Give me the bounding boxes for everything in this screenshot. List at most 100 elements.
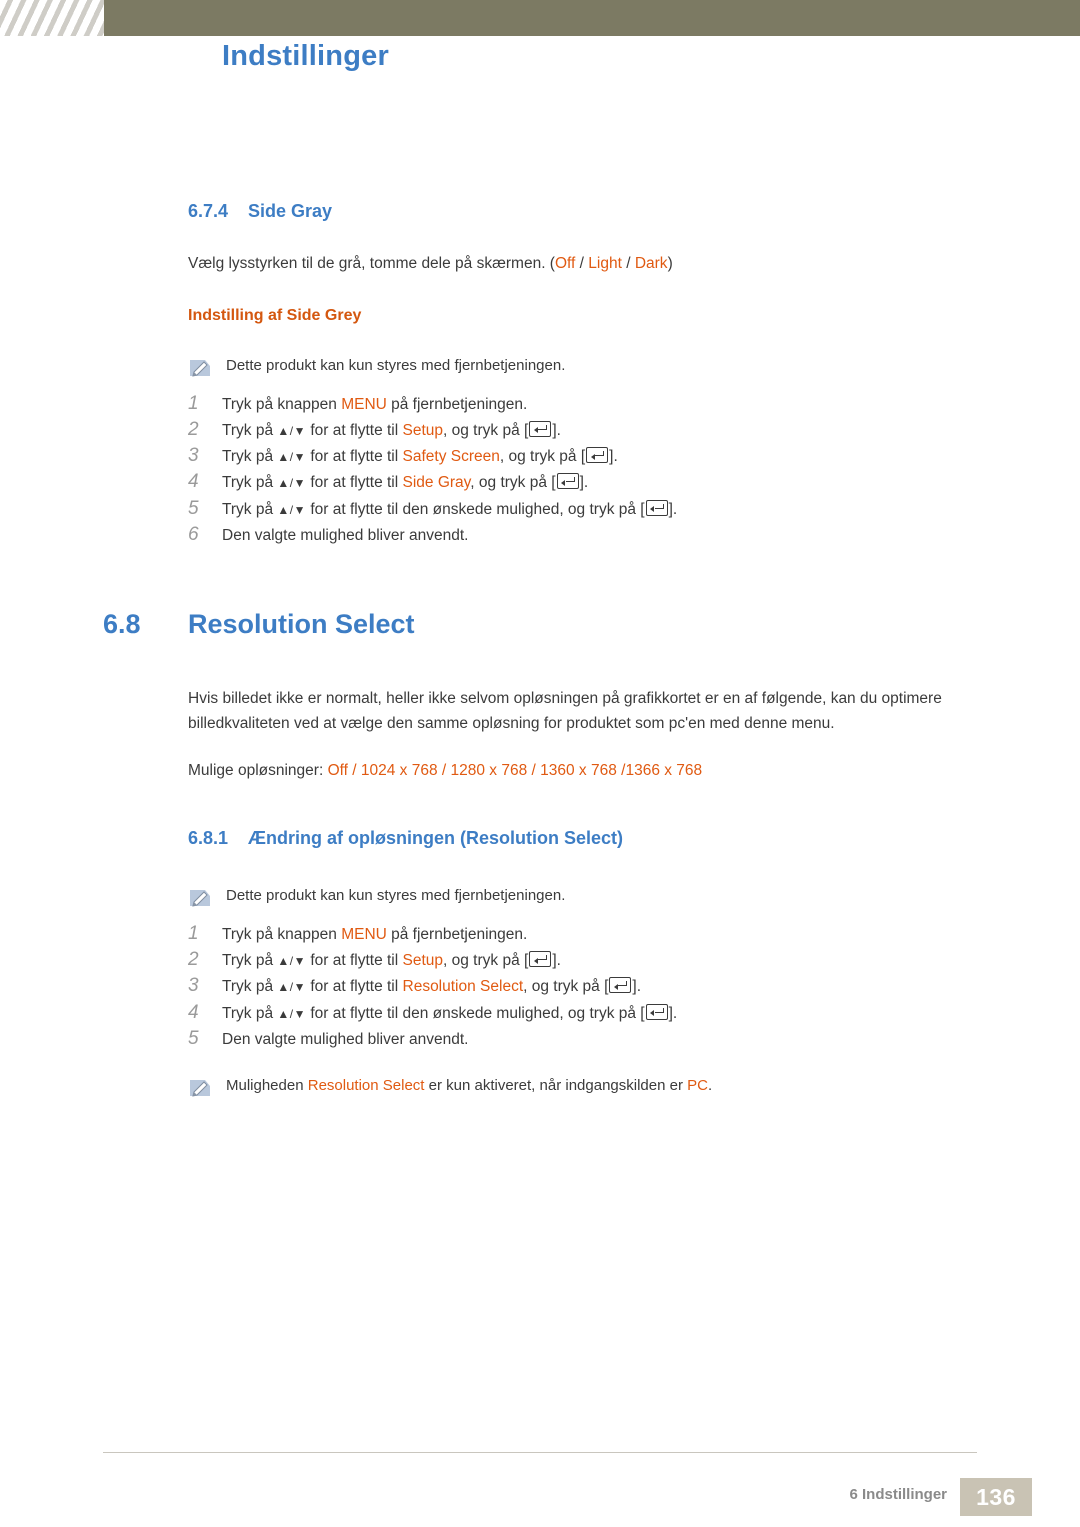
step-text: Tryk på ▲/▼ for at flytte til Side Gray,… xyxy=(222,471,588,494)
step-text-run: for at flytte til xyxy=(306,978,403,996)
step-row: 4 Tryk på ▲/▼ for at flytte til Side Gray… xyxy=(188,471,1080,494)
step-text: Tryk på ▲/▼ for at flytte til den ønsked… xyxy=(222,1002,677,1025)
enter-key-icon xyxy=(609,977,632,994)
note-remote-only-1: Dette produkt kan kun styres med fjernbe… xyxy=(188,355,1080,379)
step-text-run: Tryk på xyxy=(222,448,278,465)
heading-side-gray-title: Side Gray xyxy=(248,201,333,221)
step-text-run: , og tryk på [ xyxy=(443,952,529,970)
side-gray-sep-2: / xyxy=(621,255,635,273)
step-number: 2 xyxy=(188,418,199,440)
heading-resolution-select-number: 6.8 xyxy=(103,609,141,639)
pencil-note-icon xyxy=(188,887,214,909)
step-text-run: Tryk på knappen xyxy=(222,395,342,413)
step-row: 4 Tryk på ▲/▼ for at flytte til den ønske… xyxy=(188,1002,1080,1025)
menu-term: Setup xyxy=(402,952,444,970)
resolution-select-steps: 1 Tryk på knappen MENU på fjernbetjeninge… xyxy=(0,923,1080,1051)
step-text-run: , og tryk på [ xyxy=(443,421,529,439)
step-number: 5 xyxy=(188,497,199,519)
resolution-options-line: Mulige opløsninger: Off / 1024 x 768 / 1… xyxy=(188,758,1000,783)
page-header-band xyxy=(0,0,1080,36)
step-row: 5 Tryk på ▲/▼ for at flytte til den ønske… xyxy=(188,498,1080,521)
step-text-run: for at flytte til xyxy=(306,448,403,465)
step-text-run: ]. xyxy=(668,500,678,518)
pencil-note-icon xyxy=(188,357,214,379)
menu-term: MENU xyxy=(341,395,387,413)
step-row: 1 Tryk på knappen MENU på fjernbetjeninge… xyxy=(188,393,1080,416)
step-text-run: Tryk på xyxy=(222,978,278,996)
step-text-run: Den valgte mulighed bliver anvendt. xyxy=(222,1030,469,1048)
heading-change-resolution-number: 6.8.1 xyxy=(188,828,229,849)
enter-key-icon xyxy=(529,951,552,968)
resolution-options-value: Off / 1024 x 768 / 1280 x 768 / 1360 x 7… xyxy=(327,762,703,780)
step-text-run: ]. xyxy=(552,421,561,439)
step-number: 1 xyxy=(188,392,199,414)
step-text-run: , og tryk på [ xyxy=(470,474,556,492)
step-row: 2 Tryk på ▲/▼ for at flytte til Setup, og… xyxy=(188,949,1080,972)
step-row: 5 Den valgte mulighed bliver anvendt. xyxy=(188,1028,1080,1051)
note-remote-only-1-text: Dette produkt kan kun styres med fjernbe… xyxy=(226,356,566,374)
step-text: Den valgte mulighed bliver anvendt. xyxy=(222,1028,468,1051)
step-text: Tryk på ▲/▼ for at flytte til Resolution… xyxy=(222,975,641,998)
step-number: 3 xyxy=(188,445,199,466)
header-hatch-decoration xyxy=(0,0,104,36)
step-text-run: ]. xyxy=(609,448,618,465)
step-text-run: for at flytte til xyxy=(306,952,403,970)
header-olive-bar xyxy=(104,0,1080,36)
step-text-run: Tryk på knappen xyxy=(222,925,342,943)
menu-term: Safety Screen xyxy=(402,448,500,465)
step-text: Tryk på ▲/▼ for at flytte til Setup, og … xyxy=(222,419,561,442)
step-number: 5 xyxy=(188,1027,199,1049)
step-text-run: ]. xyxy=(632,978,642,996)
step-text-run: ▲/▼ xyxy=(277,476,307,491)
step-text-run: ▲/▼ xyxy=(277,954,307,969)
step-number: 4 xyxy=(188,471,199,493)
heading-side-gray-number: 6.7.4 xyxy=(188,201,229,221)
footer-chapter-label: 6 Indstillinger xyxy=(849,1486,947,1503)
step-row: 3 Tryk på ▲/▼ for at flytte til Resolutio… xyxy=(188,975,1080,998)
heading-change-resolution: 6.8.1 Ændring af opløsningen (Resolution … xyxy=(188,827,1080,850)
side-gray-sep-1: / xyxy=(575,255,589,273)
step-text-run: , og tryk på [ xyxy=(523,978,609,996)
side-gray-intro-prefix: Vælg lysstyrken til de grå, tomme dele p… xyxy=(188,255,555,273)
step-text-run: Tryk på xyxy=(222,952,278,970)
step-text-run: Den valgte mulighed bliver anvendt. xyxy=(222,526,469,544)
resolution-select-paragraph: Hvis billedet ikke er normalt, heller ik… xyxy=(188,690,942,733)
step-text: Tryk på ▲/▼ for at flytte til Safety Scr… xyxy=(222,445,618,468)
pencil-note-icon xyxy=(188,1077,214,1099)
step-number: 4 xyxy=(188,1001,199,1023)
step-row: 1 Tryk på knappen MENU på fjernbetjeninge… xyxy=(188,923,1080,946)
enter-key-icon xyxy=(586,447,609,463)
step-text-run: . xyxy=(707,1077,713,1095)
enter-key-icon xyxy=(556,473,579,490)
menu-term: Setup xyxy=(402,421,444,439)
subheading-side-grey-setting: Indstilling af Side Grey xyxy=(188,306,362,324)
step-row: 2 Tryk på ▲/▼ for at flytte til Setup, og… xyxy=(188,419,1080,442)
step-text-run: på fjernbetjeningen. xyxy=(386,395,528,413)
side-gray-intro-suffix: ) xyxy=(667,255,673,273)
side-gray-option-dark: Dark xyxy=(634,255,668,273)
enter-key-icon xyxy=(529,420,552,437)
step-text-run: er kun aktiveret, når indgangskilden er xyxy=(424,1077,688,1095)
step-text-run: ]. xyxy=(579,474,589,492)
note-resolution-pc-only: Muligheden Resolution Select er kun akti… xyxy=(188,1075,1080,1099)
step-number: 2 xyxy=(188,949,199,971)
step-text: Den valgte mulighed bliver anvendt. xyxy=(222,524,468,547)
side-gray-steps: 1 Tryk på knappen MENU på fjernbetjeninge… xyxy=(0,393,1080,548)
heading-resolution-select-title: Resolution Select xyxy=(188,609,415,639)
enter-key-icon xyxy=(645,499,668,516)
side-gray-intro: Vælg lysstyrken til de grå, tomme dele p… xyxy=(188,251,1000,276)
step-text-run: Muligheden xyxy=(226,1077,308,1095)
footer-page-number: 136 xyxy=(960,1478,1032,1516)
document-content: 6.7.4 Side Gray Vælg lysstyrken til de gr… xyxy=(0,200,1080,1099)
note-remote-only-2: Dette produkt kan kun styres med fjernbe… xyxy=(188,885,1080,909)
heading-side-gray: 6.7.4 Side Gray xyxy=(188,200,1080,223)
step-text: Tryk på ▲/▼ for at flytte til den ønsked… xyxy=(222,498,677,521)
page-title: Indstillinger xyxy=(222,40,389,72)
step-text-run: ▲/▼ xyxy=(277,980,307,995)
step-text-run: Tryk på xyxy=(222,474,278,492)
step-text-run: Tryk på xyxy=(222,1004,278,1022)
step-text-run: for at flytte til den ønskede mulighed, … xyxy=(306,1004,645,1022)
step-text-run: ▲/▼ xyxy=(277,423,307,438)
step-text-run: Tryk på xyxy=(222,421,278,439)
footer-divider xyxy=(103,1452,977,1453)
